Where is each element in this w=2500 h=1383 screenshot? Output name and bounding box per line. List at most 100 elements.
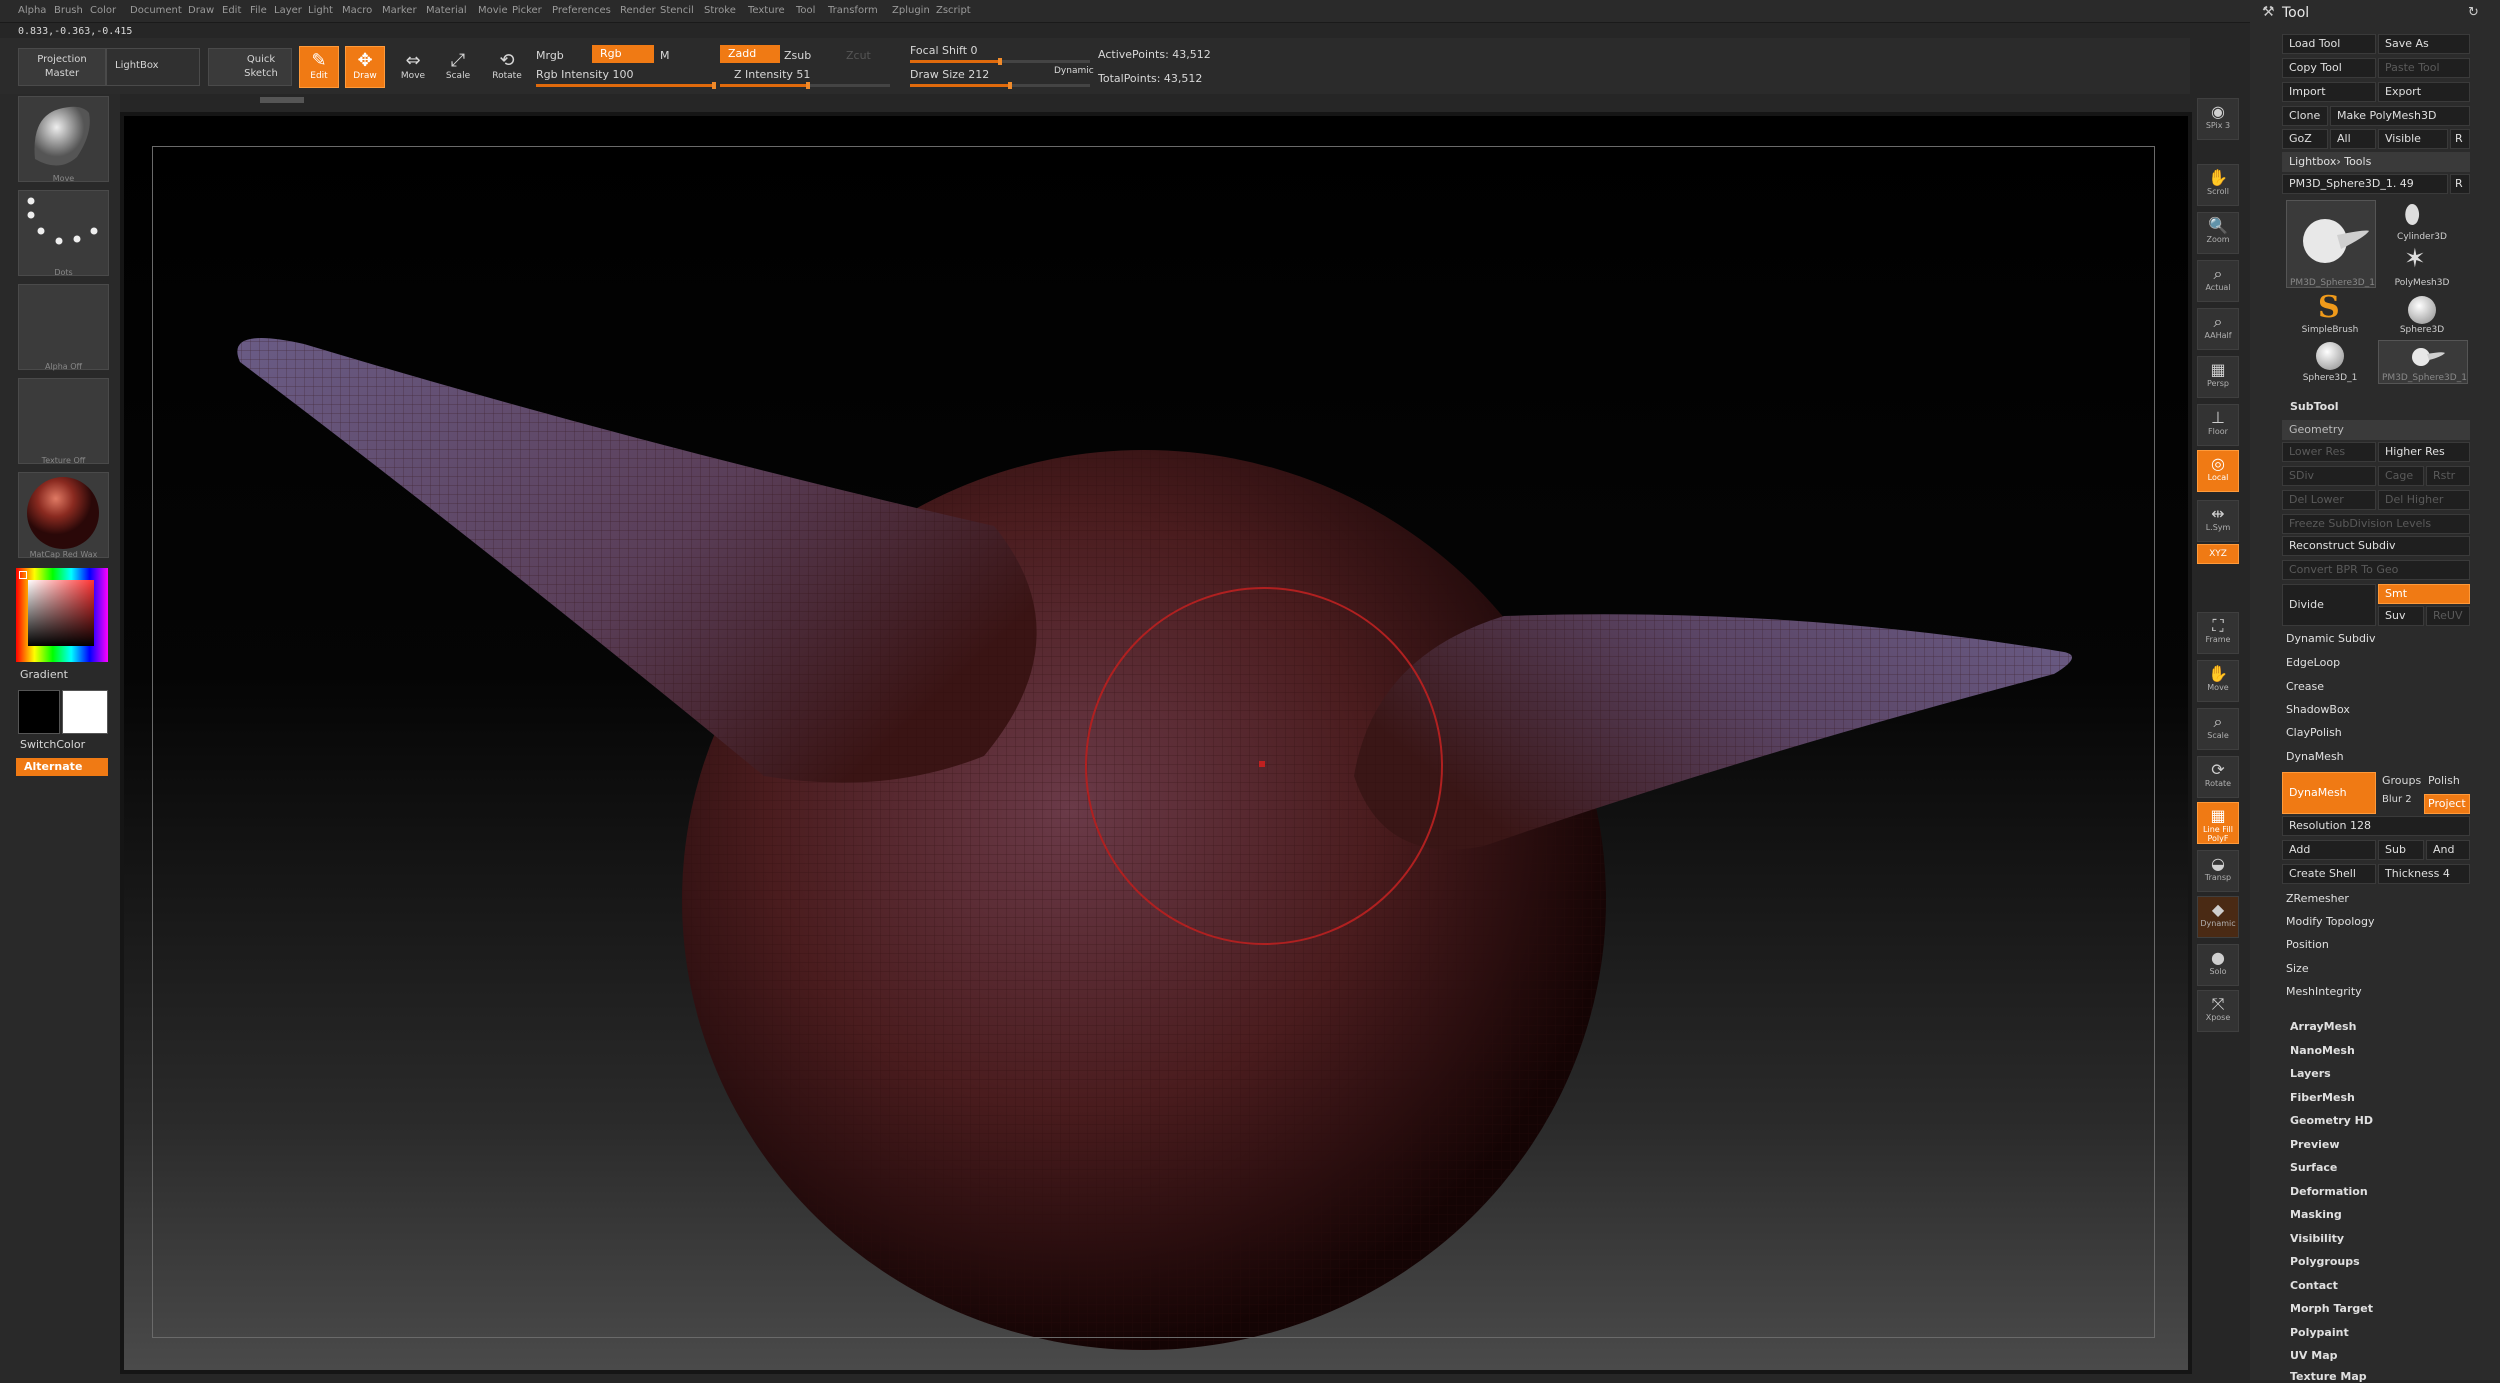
menu-tool[interactable]: Tool [796,5,815,16]
material-thumbnail[interactable]: MatCap Red Wax [18,472,109,559]
subtool-header[interactable]: SubTool [2290,396,2339,418]
transp-button[interactable]: ◒ Transp [2197,850,2239,892]
switchcolor-button[interactable]: SwitchColor [20,738,85,751]
add-button[interactable]: Add [2282,840,2376,860]
higher-res-button[interactable]: Higher Res [2378,442,2470,462]
dynamesh-header[interactable]: DynaMesh [2286,746,2344,768]
groups-toggle[interactable]: Groups [2382,774,2421,787]
rgb-intensity-slider[interactable] [536,82,716,89]
contact-menu[interactable]: Contact [2290,1279,2338,1292]
draw-button[interactable]: ✥ Draw [345,46,385,88]
floor-button[interactable]: ⊥ Floor [2197,404,2239,446]
lightbox-button[interactable]: LightBox [106,48,200,86]
convert-bpr-button[interactable]: Convert BPR To Geo [2282,560,2470,580]
secondary-color-swatch[interactable] [62,690,108,734]
panel-reset-icon[interactable]: ↻ [2468,5,2479,20]
modify-topology-item[interactable]: Modify Topology [2286,911,2375,933]
menu-zscript[interactable]: Zscript [936,5,971,16]
goz-all-button[interactable]: All [2330,129,2376,149]
menu-texture[interactable]: Texture [748,5,785,16]
reuv-button[interactable]: ReUV [2426,606,2470,626]
move-view-button[interactable]: ✋ Move [2197,660,2239,702]
create-shell-button[interactable]: Create Shell [2282,864,2376,884]
visibility-menu[interactable]: Visibility [2290,1232,2344,1245]
rgb-intensity-knob[interactable] [712,82,716,89]
morph-target-menu[interactable]: Morph Target [2290,1302,2373,1315]
zsub-button[interactable]: Zsub [784,49,811,62]
move-button[interactable]: ⇔ Move [393,46,433,88]
alternate-button[interactable]: Alternate [16,758,108,776]
tool-thumb-pm3d-sphere[interactable] [2286,200,2376,288]
goz-button[interactable]: GoZ [2282,129,2328,149]
zadd-button[interactable]: Zadd [720,45,780,63]
scale-button[interactable]: ⤢ Scale [438,46,478,88]
and-button[interactable]: And [2426,840,2470,860]
menu-document[interactable]: Document [130,5,182,16]
clone-button[interactable]: Clone [2282,106,2328,126]
spix-button[interactable]: ◉ SPix 3 [2197,98,2239,140]
focal-shift-slider[interactable] [910,58,1090,65]
paste-tool-button[interactable]: Paste Tool [2378,58,2470,78]
sphere3d-1-icon[interactable] [2316,342,2344,370]
aahalf-button[interactable]: ⌕ AAHalf [2197,308,2239,350]
menu-layer[interactable]: Layer [274,5,302,16]
zcut-button[interactable]: Zcut [846,49,871,62]
zremesher-item[interactable]: ZRemesher [2286,888,2349,910]
draw-size-slider[interactable] [910,82,1090,89]
menu-macro[interactable]: Macro [342,5,372,16]
texture-map-menu[interactable]: Texture Map [2290,1370,2367,1383]
polyf-button[interactable]: ▦ Line Fill PolyF [2197,802,2239,844]
menu-alpha[interactable]: Alpha [18,5,46,16]
menu-render[interactable]: Render [620,5,656,16]
copy-tool-button[interactable]: Copy Tool [2282,58,2376,78]
current-tool-r-button[interactable]: R [2450,174,2470,194]
persp-button[interactable]: ▦ Persp [2197,356,2239,398]
layers-menu[interactable]: Layers [2290,1067,2331,1080]
reconstruct-subdiv-button[interactable]: Reconstruct Subdiv [2282,536,2470,556]
menu-color[interactable]: Color [90,5,116,16]
lower-res-button[interactable]: Lower Res [2282,442,2376,462]
dynamic-toggle[interactable]: Dynamic [1054,66,1094,76]
menu-marker[interactable]: Marker [382,5,417,16]
edit-button[interactable]: ✎ Edit [299,46,339,88]
horizontal-scrollbar[interactable] [260,97,304,103]
blur-slider[interactable]: Blur 2 [2382,794,2412,805]
goz-r-button[interactable]: R [2450,129,2470,149]
position-item[interactable]: Position [2286,934,2329,956]
menu-file[interactable]: File [250,5,267,16]
crease-item[interactable]: Crease [2286,676,2324,698]
polypaint-menu[interactable]: Polypaint [2290,1326,2349,1339]
dynamic-view-button[interactable]: ◆ Dynamic [2197,896,2239,938]
del-higher-button[interactable]: Del Higher [2378,490,2470,510]
cage-button[interactable]: Cage [2378,466,2424,486]
export-button[interactable]: Export [2378,82,2470,102]
menu-edit[interactable]: Edit [222,5,241,16]
arraymesh-menu[interactable]: ArrayMesh [2290,1020,2356,1033]
menu-transform[interactable]: Transform [828,5,878,16]
gradient-button[interactable]: Gradient [20,668,68,681]
deformation-menu[interactable]: Deformation [2290,1185,2368,1198]
draw-size-knob[interactable] [1008,82,1012,89]
masking-menu[interactable]: Masking [2290,1208,2342,1221]
size-item[interactable]: Size [2286,958,2309,980]
geometry-hd-menu[interactable]: Geometry HD [2290,1114,2373,1127]
simplebrush-icon[interactable]: S [2318,290,2340,325]
projection-master-button[interactable]: Projection Master [18,48,106,86]
smt-toggle[interactable]: Smt [2378,584,2470,604]
claypolish-item[interactable]: ClayPolish [2286,722,2342,744]
project-toggle[interactable]: Project [2424,794,2470,814]
import-button[interactable]: Import [2282,82,2376,102]
z-intensity-knob[interactable] [806,82,810,89]
uv-map-menu[interactable]: UV Map [2290,1349,2338,1362]
z-intensity-slider[interactable] [720,82,890,89]
fibermesh-menu[interactable]: FiberMesh [2290,1091,2355,1104]
main-color-swatch[interactable] [18,690,60,734]
polish-toggle[interactable]: Polish [2428,774,2460,787]
stroke-thumbnail[interactable]: Dots [18,190,109,277]
rotate-button[interactable]: ⟲ Rotate [487,46,527,88]
rstr-button[interactable]: Rstr [2426,466,2470,486]
geometry-header[interactable]: Geometry [2282,420,2470,440]
nanomesh-menu[interactable]: NanoMesh [2290,1044,2355,1057]
del-lower-button[interactable]: Del Lower [2282,490,2376,510]
menu-draw[interactable]: Draw [188,5,214,16]
